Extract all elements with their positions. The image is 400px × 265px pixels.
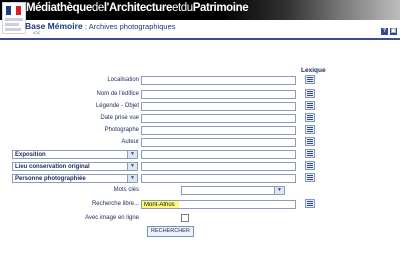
lexique-icon[interactable] (305, 161, 315, 170)
header-banner: LaMédiathèquedel'ArchitectureetduPatrimo… (0, 0, 400, 20)
field-label: Avec image en ligne (85, 215, 139, 221)
field-label: Auteur (121, 139, 139, 145)
personne-photographiee-input[interactable] (141, 174, 296, 183)
toolbar-icons: ? ▣ (381, 28, 397, 35)
ministry-logo (2, 2, 26, 34)
chevron-down-icon: ▼ (127, 151, 137, 158)
lieu-conservation-select[interactable]: Lieu conservation original ▼ (12, 162, 138, 171)
back-link[interactable]: << (33, 30, 41, 37)
lexique-icon[interactable] (305, 89, 315, 98)
localisation-input[interactable] (141, 76, 296, 85)
field-row-mots-cles: Mots clés ▼ (0, 186, 400, 196)
lexique-icon[interactable] (305, 125, 315, 134)
field-row-personne-photographiee: Personne photographiée ▼ (0, 173, 400, 184)
site-brand: LaMédiathèquedel'ArchitectureetduPatrimo… (14, 2, 249, 14)
recherche-libre-input[interactable] (141, 200, 296, 209)
exposition-input[interactable] (141, 150, 296, 159)
chevron-down-icon: ▼ (127, 175, 137, 182)
nom-edifice-input[interactable] (141, 90, 296, 99)
avec-image-checkbox[interactable] (181, 214, 189, 222)
field-row-legende: Légende - Objet (0, 101, 400, 112)
auteur-input[interactable] (141, 138, 296, 147)
lexique-heading: Lexique (301, 67, 326, 74)
date-prise-vue-input[interactable] (141, 114, 296, 123)
field-row-avec-image: Avec image en ligne (0, 214, 400, 224)
field-label: Localisation (107, 77, 139, 83)
field-label: Nom de l'édifice (96, 91, 140, 97)
field-label: Date prise vue (100, 115, 139, 121)
lexique-icon[interactable] (305, 113, 315, 122)
field-row-photographe: Photographe (0, 125, 400, 136)
field-row-recherche-libre: Recherche libre... (0, 199, 400, 210)
personne-photographiee-select[interactable]: Personne photographiée ▼ (12, 174, 138, 183)
field-label: Légende - Objet (95, 103, 139, 109)
field-row-lieu-conservation: Lieu conservation original ▼ (0, 161, 400, 172)
field-row-nom-edifice: Nom de l'édifice (0, 89, 400, 100)
chevron-down-icon: ▼ (127, 163, 137, 170)
field-label: Mots clés (113, 187, 139, 193)
photographe-input[interactable] (141, 126, 296, 135)
chevron-down-icon: ▼ (274, 187, 284, 194)
header-divider (0, 38, 400, 40)
lexique-icon[interactable] (305, 173, 315, 182)
lexique-icon[interactable] (305, 101, 315, 110)
lieu-conservation-input[interactable] (141, 162, 296, 171)
lexique-icon[interactable] (305, 199, 315, 208)
exposition-select[interactable]: Exposition ▼ (12, 150, 138, 159)
field-label: Recherche libre... (91, 201, 139, 207)
lexique-icon[interactable] (305, 75, 315, 84)
help-icon[interactable]: ? (381, 28, 388, 35)
field-row-exposition: Exposition ▼ (0, 149, 400, 160)
lexique-icon[interactable] (305, 137, 315, 146)
legende-input[interactable] (141, 102, 296, 111)
search-button[interactable]: RECHERCHER (147, 226, 194, 237)
flag-icon (6, 6, 21, 15)
field-row-localisation: Localisation (0, 75, 400, 86)
field-row-date-prise-vue: Date prise vue (0, 113, 400, 124)
mots-cles-select[interactable]: ▼ (181, 186, 285, 195)
lexique-icon[interactable] (305, 149, 315, 158)
home-icon[interactable]: ▣ (390, 28, 397, 35)
field-label: Photographe (104, 127, 139, 133)
page-title: Base Mémoire : Archives photographiques (25, 21, 176, 31)
field-row-auteur: Auteur (0, 137, 400, 148)
